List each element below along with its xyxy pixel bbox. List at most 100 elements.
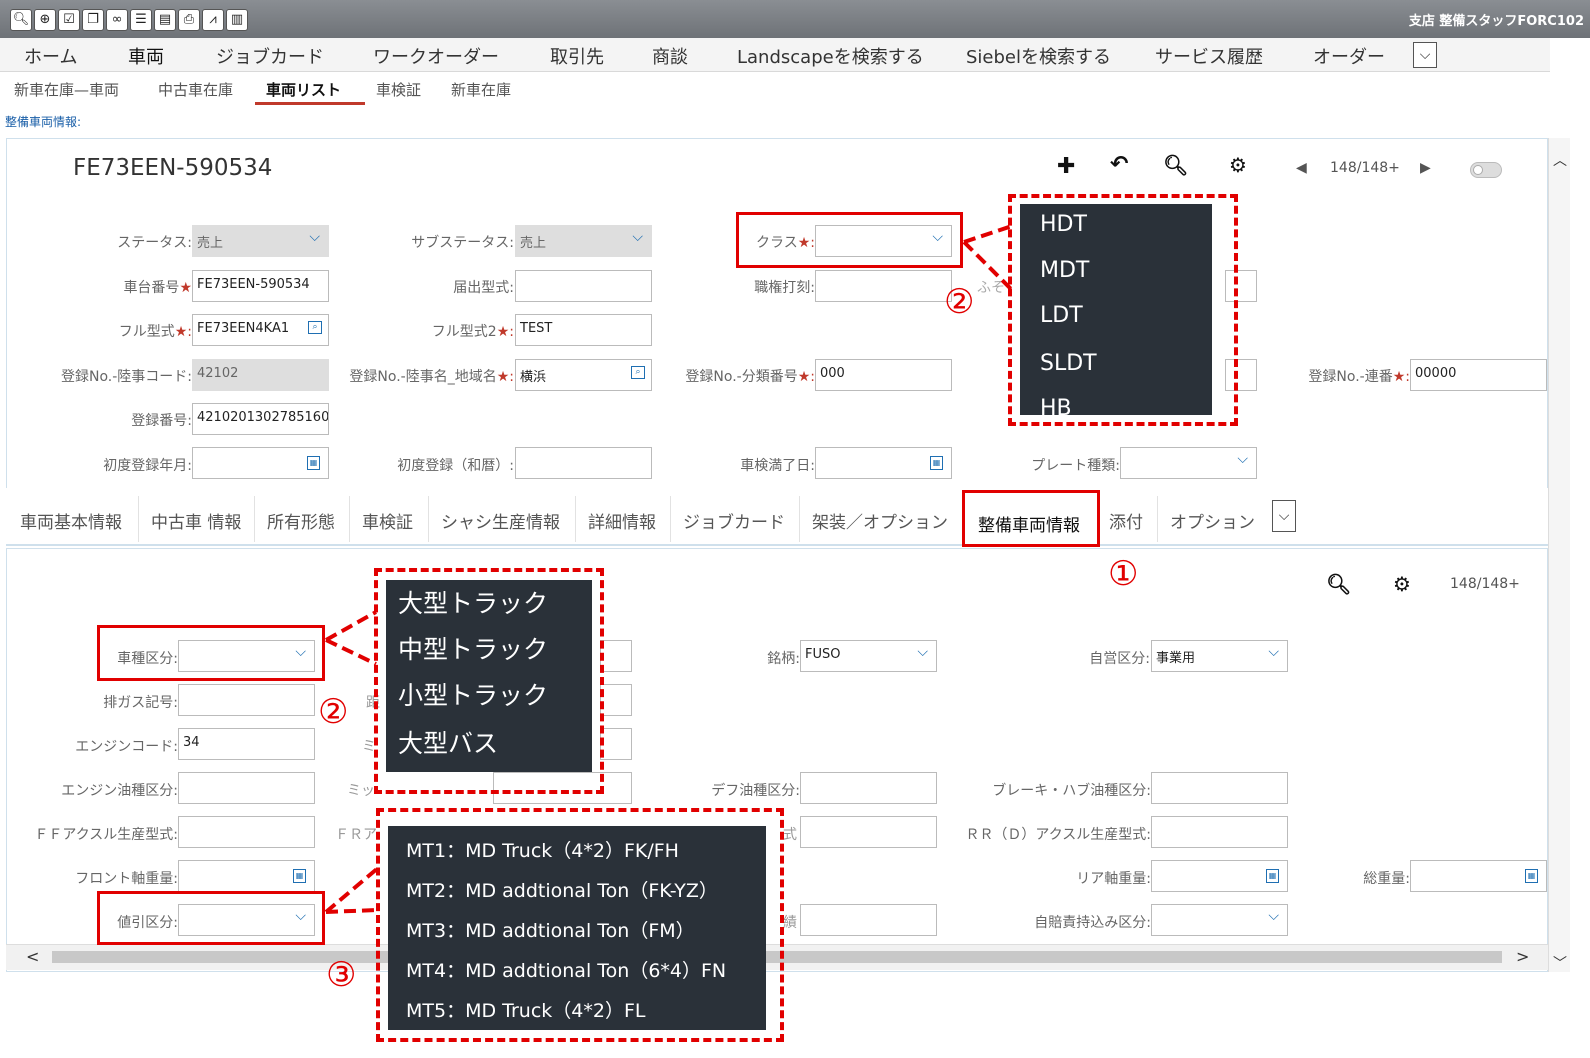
diff-oil-input[interactable] (800, 772, 937, 804)
own-use-select[interactable]: 事業用 ⌵ (1151, 640, 1288, 672)
discount-option-mt5[interactable]: MT5：MD Truck（4*2）FL (388, 996, 766, 1023)
hidden-input-3[interactable] (600, 728, 632, 760)
subnav-new-stock-vehicle[interactable]: 新車在庫—車両 (14, 79, 119, 100)
tab-jobcard[interactable]: ジョブカード (683, 508, 785, 533)
nav-opportunity[interactable]: 商談 (652, 43, 688, 69)
tab-inspection-cert[interactable]: 車検証 (362, 508, 413, 533)
rr-axle-input[interactable] (1151, 816, 1288, 848)
engine-code-input[interactable]: 34 (178, 728, 315, 760)
exhaust-code-label: 排ガス記号: (103, 695, 178, 711)
fr-axle-input[interactable] (800, 816, 937, 848)
full-model-input[interactable]: FE73EEN4KA1 ⌕ (192, 314, 329, 346)
vehicle-type-option-large-bus[interactable]: 大型バス (386, 724, 592, 760)
checklist-icon[interactable]: ☑ (58, 9, 80, 31)
engine-oil-input[interactable] (178, 772, 315, 804)
total-weight-input[interactable]: ▦ (1410, 860, 1547, 892)
list-icon[interactable]: ☰ (130, 9, 152, 31)
nav-order[interactable]: オーダー (1313, 43, 1385, 69)
class-option-mdt[interactable]: MDT (1020, 258, 1212, 283)
hidden-input-4[interactable] (800, 904, 937, 936)
ff-axle-input[interactable] (178, 816, 315, 848)
notification-model-input[interactable] (515, 270, 652, 302)
tab-chassis-production[interactable]: シャシ生産情報 (441, 508, 560, 533)
search-icon[interactable]: 🔍︎ (1163, 153, 1188, 177)
vehicle-type-option-small-truck[interactable]: 小型トラック (386, 676, 592, 712)
link-icon[interactable]: ∞ (106, 9, 128, 31)
hidden-input-2[interactable] (600, 684, 632, 716)
discount-option-mt1[interactable]: MT1：MD Truck（4*2）FK/FH (388, 836, 766, 863)
reg-office-code-input[interactable]: 42102 (192, 359, 329, 391)
front-axle-weight-input[interactable]: ▦ (178, 860, 315, 892)
gear-icon[interactable]: ⚙ (1393, 572, 1411, 596)
reg-region-input[interactable]: 横浜 ⌕ (515, 359, 652, 391)
exhaust-code-input[interactable] (178, 684, 315, 716)
full-model2-input[interactable]: TEST (515, 314, 652, 346)
nav-more-dropdown[interactable]: ⌵ (1413, 42, 1437, 68)
discount-option-mt3[interactable]: MT3：MD addtional Ton（FM） (388, 916, 766, 943)
scroll-left-icon[interactable]: < (26, 947, 39, 966)
reg-number-input[interactable]: 42102013027851600 (192, 403, 329, 435)
brand-select[interactable]: FUSO ⌵ (800, 640, 937, 672)
tab-vehicle-basic[interactable]: 車両基本情報 (20, 508, 122, 533)
scroll-right-icon[interactable]: > (1516, 947, 1529, 966)
substatus-select[interactable]: 売上 ⌵ (515, 225, 652, 257)
forward-icon[interactable]: ⊕ (34, 9, 56, 31)
brake-hub-oil-input[interactable] (1151, 772, 1288, 804)
copy-icon[interactable]: ❐ (82, 9, 104, 31)
first-reg-jp-input[interactable] (515, 447, 652, 479)
vehicle-type-option-large-truck[interactable]: 大型トラック (386, 584, 592, 620)
add-icon[interactable]: ✚ (1057, 154, 1075, 179)
scroll-down-icon[interactable]: ﹀ (1553, 953, 1567, 973)
status-select[interactable]: 売上 ⌵ (192, 225, 329, 257)
stamp-input[interactable] (815, 270, 952, 302)
nav-home[interactable]: ホーム (24, 43, 77, 69)
nav-service-history[interactable]: サービス履歴 (1155, 43, 1263, 69)
search-icon[interactable]: 🔍︎ (10, 9, 32, 31)
rear-axle-weight-input[interactable]: ▦ (1151, 860, 1288, 892)
tab-ownership[interactable]: 所有形態 (267, 508, 335, 533)
tab-options[interactable]: オプション (1170, 508, 1255, 533)
subnav-inspection-cert[interactable]: 車検証 (376, 79, 421, 100)
liability-select[interactable]: ⌵ (1151, 904, 1288, 936)
nav-vehicle[interactable]: 車両 (128, 43, 164, 69)
tab-used-car[interactable]: 中古車 情報 (151, 508, 241, 533)
class-option-hdt[interactable]: HDT (1020, 212, 1212, 237)
layout-toggle[interactable] (1470, 162, 1502, 178)
plate-type-select[interactable]: ⌵ (1120, 447, 1257, 479)
class-option-hb[interactable]: HB (1020, 396, 1212, 415)
tab-more-dropdown[interactable]: ⌵ (1272, 500, 1296, 532)
class-option-sldt[interactable]: SLDT (1020, 351, 1212, 376)
vehicle-type-option-medium-truck[interactable]: 中型トラック (386, 630, 592, 666)
search-icon[interactable]: 🔍︎ (1326, 572, 1351, 596)
discount-option-mt2[interactable]: MT2：MD addtional Ton（FK-YZ） (388, 876, 766, 903)
class-option-ldt[interactable]: LDT (1020, 303, 1212, 328)
tab-body-options[interactable]: 架装／オプション (812, 508, 948, 533)
tab-details[interactable]: 詳細情報 (588, 508, 656, 533)
chart-icon[interactable]: ⩘ (202, 9, 224, 31)
subnav-used-stock[interactable]: 中古車在庫 (158, 79, 233, 100)
chassis-input[interactable]: FE73EEN-590534 (192, 270, 329, 302)
inspection-expiry-input[interactable]: ▦ (815, 447, 952, 479)
reg-class-input[interactable]: 000 (815, 359, 952, 391)
nav-workorder[interactable]: ワークオーダー (373, 43, 499, 69)
first-reg-input[interactable]: ▦ (192, 447, 329, 479)
reg-serial-input[interactable]: 00000 (1410, 359, 1547, 391)
vertical-scrollbar[interactable]: ︿ ﹀ (1548, 138, 1570, 972)
document-icon[interactable]: ▤ (154, 9, 176, 31)
scroll-up-icon[interactable]: ︿ (1553, 150, 1567, 170)
nav-accounts[interactable]: 取引先 (550, 43, 604, 69)
tab-attachments[interactable]: 添付 (1109, 508, 1143, 533)
print-icon[interactable]: ⎙ (178, 9, 200, 31)
nav-siebel-search[interactable]: Siebelを検索する (966, 43, 1111, 69)
discount-option-mt4[interactable]: MT4：MD addtional Ton（6*4）FN (388, 956, 766, 983)
bar-chart-icon[interactable]: ▥ (226, 9, 248, 31)
gear-icon[interactable]: ⚙ (1229, 153, 1247, 177)
hidden-input-1[interactable] (600, 640, 632, 672)
subnav-new-stock[interactable]: 新車在庫 (451, 79, 511, 100)
nav-landscape-search[interactable]: Landscapeを検索する (737, 43, 924, 69)
subnav-vehicle-list[interactable]: 車両リスト (266, 79, 341, 100)
prev-record-icon[interactable]: ◀ (1296, 160, 1307, 176)
nav-jobcard[interactable]: ジョブカード (216, 43, 324, 69)
next-record-icon[interactable]: ▶ (1420, 160, 1431, 176)
undo-icon[interactable]: ↶ (1110, 152, 1128, 177)
